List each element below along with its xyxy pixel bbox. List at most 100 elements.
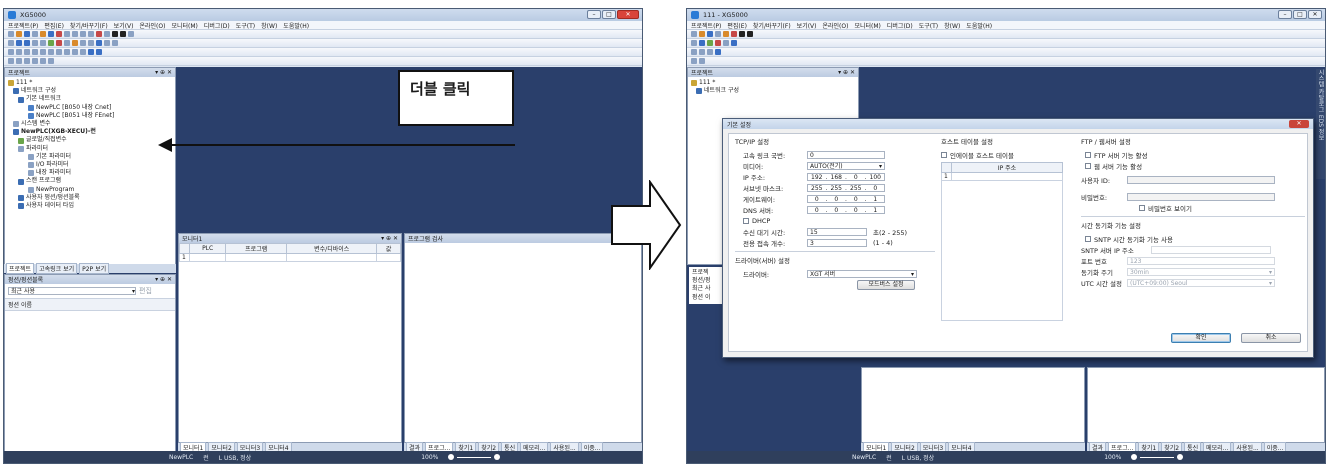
pin-icon[interactable]: ▾ ⊕ ✕ (838, 69, 855, 76)
subnet-field[interactable]: 255. 255. 255. 0 (807, 183, 885, 192)
menu-online[interactable]: 온라인(O) (823, 21, 849, 30)
compile-icon[interactable] (48, 31, 54, 37)
host-table-area[interactable] (941, 181, 1063, 321)
monitor-icon[interactable] (723, 40, 729, 46)
menu-debug[interactable]: 디버그(D) (204, 21, 230, 30)
open-icon[interactable] (699, 31, 705, 37)
zoom-slider[interactable] (448, 454, 501, 460)
pause-icon[interactable] (72, 40, 78, 46)
menu-view[interactable]: 보기(V) (114, 21, 134, 30)
run-icon[interactable] (707, 40, 713, 46)
tree-item-cnet[interactable]: NewPLC [B050 내장 Cnet] (8, 104, 172, 112)
minimize-button[interactable]: – (1278, 10, 1292, 19)
sntp-ip-field[interactable] (1151, 245, 1271, 254)
reset-icon[interactable] (80, 49, 86, 55)
goto-icon[interactable] (128, 31, 134, 37)
online-icon[interactable] (691, 40, 697, 46)
dhcp-checkbox[interactable] (743, 217, 749, 224)
find-icon[interactable] (112, 31, 118, 37)
tree-item-global-vars[interactable]: 글로벌/직접변수 (8, 136, 172, 144)
save-icon[interactable] (707, 31, 713, 37)
label-icon[interactable] (16, 58, 22, 64)
driver-select[interactable]: XGT 서버 ▾ (807, 269, 917, 278)
coil-icon[interactable] (707, 49, 713, 55)
tree-item-project[interactable]: 111 * (8, 79, 172, 87)
trend-icon[interactable] (731, 40, 737, 46)
web-enable-checkbox[interactable] (1085, 162, 1091, 169)
tree-item-io-param[interactable]: I/O 파라미터 (8, 161, 172, 169)
menu-debug[interactable]: 디버그(D) (887, 21, 913, 30)
grid-icon[interactable] (48, 58, 54, 64)
monitor-icon[interactable] (64, 40, 70, 46)
tree-item-fenet[interactable]: NewPLC [B051 내장 FEnet] (8, 112, 172, 120)
tree-item-parameters[interactable]: 파라미터 (8, 145, 172, 153)
open-icon[interactable] (16, 31, 22, 37)
menu-tools[interactable]: 도구(T) (236, 21, 255, 30)
run-icon[interactable] (48, 40, 54, 46)
vline-icon[interactable] (48, 49, 54, 55)
trend-icon[interactable] (96, 40, 102, 46)
paste-icon[interactable] (104, 31, 110, 37)
menu-project[interactable]: 프로젝트(P) (8, 21, 38, 30)
ip-address-field[interactable]: 192. 168. 0. 100 (807, 172, 885, 181)
tree-item-network-config[interactable]: 네트워크 구성 (691, 87, 855, 95)
stop-mode-icon[interactable] (56, 40, 62, 46)
tree-item-system-vars[interactable]: 시스템 변수 (8, 120, 172, 128)
bookmark-icon[interactable] (32, 58, 38, 64)
menu-monitor[interactable]: 모니터(M) (854, 21, 880, 30)
pin-icon[interactable]: ▾ ⊕ ✕ (381, 235, 398, 242)
cancel-button[interactable]: 취소 (1241, 333, 1301, 343)
folder-icon[interactable] (723, 31, 729, 37)
new-icon[interactable] (691, 31, 697, 37)
modbus-settings-button[interactable]: 모드버스 설정 (857, 279, 915, 290)
set-icon[interactable] (72, 49, 78, 55)
sntp-enable-checkbox[interactable] (1085, 235, 1091, 242)
menu-find[interactable]: 찾기/바꾸기(F) (70, 21, 108, 30)
menu-online[interactable]: 온라인(O) (140, 21, 166, 30)
pin-icon[interactable]: ▾ ⊕ ✕ (155, 69, 172, 76)
tree-item-project[interactable]: 111 * (691, 79, 855, 87)
contact-a-icon[interactable] (8, 49, 14, 55)
menu-find[interactable]: 찾기/바꾸기(F) (753, 21, 791, 30)
zoom-slider[interactable] (1131, 454, 1184, 460)
zoom-in-icon[interactable] (88, 49, 94, 55)
zoom-out-icon[interactable] (96, 49, 102, 55)
menu-help[interactable]: 도움말(H) (283, 21, 309, 30)
close-button[interactable]: ✕ (617, 10, 639, 19)
tab-p2p[interactable]: P2P 보기 (79, 263, 110, 274)
menu-tools[interactable]: 도구(T) (919, 21, 938, 30)
save-icon[interactable] (24, 31, 30, 37)
table-row[interactable]: 1 (941, 172, 1063, 181)
menu-window[interactable]: 창(W) (261, 21, 277, 30)
pin-icon[interactable]: ▾ ⊕ ✕ (155, 276, 172, 283)
port-input[interactable]: 123 (1127, 256, 1275, 265)
dialog-close-button[interactable]: ✕ (1289, 120, 1309, 128)
menu-edit[interactable]: 편집(E) (727, 21, 747, 30)
falling-icon[interactable] (64, 49, 70, 55)
print-icon[interactable] (715, 31, 721, 37)
tree-item-user-function[interactable]: 사용자 펑션/펑션블록 (8, 194, 172, 202)
stop-icon[interactable] (56, 31, 62, 37)
tree-item-newprogram[interactable]: NewProgram (8, 186, 172, 194)
menu-project[interactable]: 프로젝트(P) (691, 21, 721, 30)
ftp-enable-checkbox[interactable] (1085, 151, 1091, 158)
enable-host-table-checkbox[interactable] (941, 151, 947, 158)
maximize-button[interactable]: □ (1293, 10, 1307, 19)
delete-icon[interactable] (96, 31, 102, 37)
contact-b-icon[interactable] (16, 49, 22, 55)
comment-icon[interactable] (8, 58, 14, 64)
media-select[interactable]: AUTO(전기) ▾ (807, 161, 885, 170)
tree-item-basic-param[interactable]: 기본 파라미터 (8, 153, 172, 161)
rising-icon[interactable] (56, 49, 62, 55)
tree-item-basic-network[interactable]: 기본 네트워크 (8, 95, 172, 103)
fast-link-input[interactable]: 0 (807, 150, 885, 159)
hline-icon[interactable] (40, 49, 46, 55)
menu-edit[interactable]: 편집(E) (44, 21, 64, 30)
replace-icon[interactable] (747, 31, 753, 37)
break-icon[interactable] (112, 40, 118, 46)
tree-item-scan-program[interactable]: 스캔 프로그램 (8, 177, 172, 185)
menu-view[interactable]: 보기(V) (797, 21, 817, 30)
period-select[interactable]: 30min ▾ (1127, 267, 1275, 276)
undo-icon[interactable] (64, 31, 70, 37)
maximize-button[interactable]: □ (602, 10, 616, 19)
